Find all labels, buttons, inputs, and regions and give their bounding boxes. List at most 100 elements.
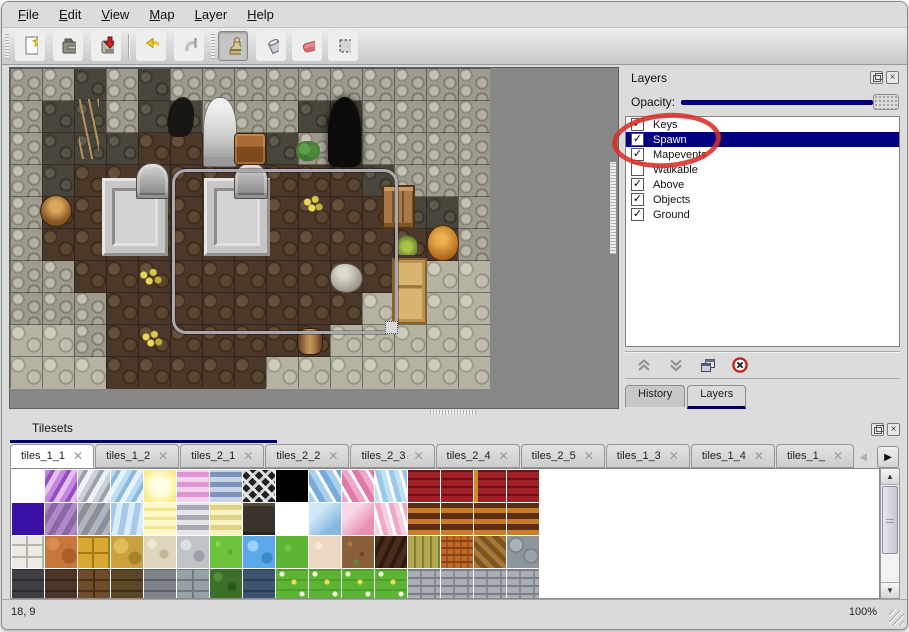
close-tab-icon[interactable]: ✕: [413, 449, 423, 463]
tileset-tile[interactable]: [177, 536, 209, 568]
duplicate-layer-button[interactable]: [697, 354, 719, 376]
tileset-tile[interactable]: [375, 470, 407, 502]
menu-help[interactable]: Help: [237, 3, 284, 26]
tileset-tile[interactable]: [243, 503, 275, 535]
menu-view[interactable]: View: [91, 3, 139, 26]
scroll-down-icon[interactable]: ▼: [881, 582, 899, 598]
selection-resize-handle[interactable]: [385, 321, 398, 334]
close-panel-icon[interactable]: ×: [886, 71, 899, 84]
selection-rectangle[interactable]: [172, 169, 398, 334]
tileset-tile[interactable]: [375, 569, 407, 599]
close-tab-icon[interactable]: ✕: [833, 449, 843, 463]
toolbar-grip[interactable]: [5, 33, 9, 59]
rect-select-tool-button[interactable]: [328, 31, 358, 61]
tileset-tile[interactable]: [78, 503, 110, 535]
tileset-tile[interactable]: [243, 470, 275, 502]
toolbar-grip-2[interactable]: [211, 33, 215, 59]
scroll-tabs-left-icon[interactable]: ◀: [859, 446, 867, 468]
layer-visibility-checkbox[interactable]: [631, 163, 644, 176]
tileset-tile[interactable]: [12, 503, 44, 535]
tileset-tab-tiles_1_2[interactable]: tiles_1_2✕: [95, 444, 179, 468]
undo-button[interactable]: [136, 31, 166, 61]
opacity-slider[interactable]: [681, 92, 899, 112]
tileset-tile[interactable]: [243, 569, 275, 599]
tileset-tile[interactable]: [177, 503, 209, 535]
tileset-tile[interactable]: [441, 569, 473, 599]
tileset-tab-tiles_1_[interactable]: tiles_1_✕: [776, 444, 854, 468]
tileset-tile[interactable]: [507, 536, 539, 568]
opacity-slider-track[interactable]: [681, 100, 873, 105]
layer-row-objects[interactable]: ✓Objects: [626, 192, 899, 207]
tileset-tile[interactable]: [309, 470, 341, 502]
move-layer-down-button[interactable]: [665, 354, 687, 376]
close-tab-icon[interactable]: ✕: [754, 449, 764, 463]
layer-row-spawn[interactable]: ✓Spawn: [626, 132, 899, 147]
tileset-tile[interactable]: [45, 503, 77, 535]
layer-row-walkable[interactable]: Walkable: [626, 162, 899, 177]
close-tab-icon[interactable]: ✕: [584, 449, 594, 463]
tileset-tile[interactable]: [111, 470, 143, 502]
dock-tab-layers[interactable]: Layers: [687, 385, 746, 409]
tileset-tile[interactable]: [144, 470, 176, 502]
layer-visibility-checkbox[interactable]: ✓: [631, 148, 644, 161]
tileset-tile[interactable]: [276, 569, 308, 599]
tileset-tile[interactable]: [243, 536, 275, 568]
map-canvas[interactable]: [9, 67, 619, 409]
tileset-tile[interactable]: [276, 536, 308, 568]
tileset-tile[interactable]: [144, 536, 176, 568]
tileset-tile[interactable]: [45, 536, 77, 568]
menu-map[interactable]: Map: [139, 3, 184, 26]
new-file-button[interactable]: [15, 31, 45, 61]
tileset-tile[interactable]: [111, 503, 143, 535]
tileset-tile[interactable]: [309, 569, 341, 599]
tileset-tab-tiles_2_3[interactable]: tiles_2_3✕: [350, 444, 434, 468]
close-tab-icon[interactable]: ✕: [499, 449, 509, 463]
fill-tool-button[interactable]: [256, 31, 286, 61]
delete-layer-button[interactable]: [729, 354, 751, 376]
layer-row-ground[interactable]: ✓Ground: [626, 207, 899, 222]
tileset-tile[interactable]: [45, 470, 77, 502]
tileset-tab-tiles_2_5[interactable]: tiles_2_5✕: [521, 444, 605, 468]
layer-row-keys[interactable]: ✓Keys: [626, 117, 899, 132]
tileset-tile[interactable]: [474, 503, 506, 535]
window-resize-grip[interactable]: [889, 610, 904, 625]
tileset-tile[interactable]: [12, 536, 44, 568]
tileset-tile[interactable]: [276, 503, 308, 535]
scroll-tabs-right-button[interactable]: ▶: [877, 446, 899, 468]
scroll-up-icon[interactable]: ▲: [881, 469, 899, 485]
float-tilesets-icon[interactable]: [871, 423, 884, 436]
menu-layer[interactable]: Layer: [185, 3, 238, 26]
dock-tab-history[interactable]: History: [625, 385, 685, 407]
tileset-tab-tiles_2_2[interactable]: tiles_2_2✕: [265, 444, 349, 468]
tileset-tile[interactable]: [507, 470, 539, 502]
tileset-tile[interactable]: [408, 569, 440, 599]
opacity-slider-handle[interactable]: [873, 94, 899, 110]
close-tilesets-icon[interactable]: ×: [887, 423, 900, 436]
close-tab-icon[interactable]: ✕: [328, 449, 338, 463]
menu-file[interactable]: File: [8, 3, 49, 26]
move-layer-up-button[interactable]: [633, 354, 655, 376]
layer-visibility-checkbox[interactable]: ✓: [631, 118, 644, 131]
redo-button[interactable]: [174, 31, 204, 61]
layer-visibility-checkbox[interactable]: ✓: [631, 178, 644, 191]
tileset-tile[interactable]: [441, 503, 473, 535]
close-tab-icon[interactable]: ✕: [158, 449, 168, 463]
tileset-tab-tiles_1_4[interactable]: tiles_1_4✕: [691, 444, 775, 468]
tileset-tile[interactable]: [342, 569, 374, 599]
tileset-tab-tiles_1_1[interactable]: tiles_1_1✕: [10, 444, 94, 468]
tileset-tile[interactable]: [111, 536, 143, 568]
close-tab-icon[interactable]: ✕: [669, 449, 679, 463]
tileset-tile[interactable]: [12, 470, 44, 502]
tileset-tile[interactable]: [507, 503, 539, 535]
tileset-tile[interactable]: [45, 569, 77, 599]
tileset-tile[interactable]: [210, 536, 242, 568]
tileset-tile[interactable]: [144, 503, 176, 535]
open-file-button[interactable]: [53, 31, 83, 61]
tileset-tab-tiles_2_1[interactable]: tiles_2_1✕: [180, 444, 264, 468]
tileset-tile[interactable]: [177, 470, 209, 502]
tileset-tile[interactable]: [309, 536, 341, 568]
vertical-splitter-grip[interactable]: [610, 162, 616, 254]
layer-visibility-checkbox[interactable]: ✓: [631, 193, 644, 206]
layer-row-mapevents[interactable]: ✓Mapevents: [626, 147, 899, 162]
tileset-tile[interactable]: [78, 569, 110, 599]
